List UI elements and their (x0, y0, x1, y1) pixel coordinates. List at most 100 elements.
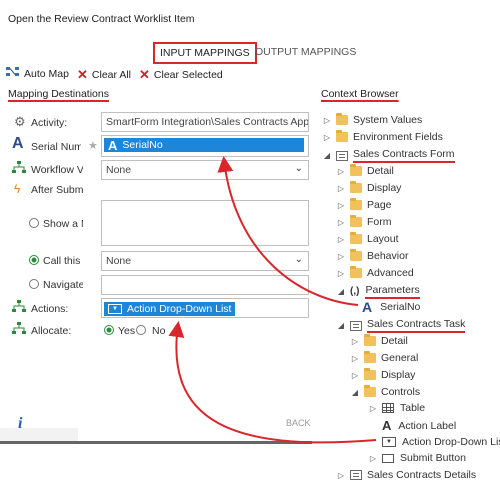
auto-map-icon (6, 67, 20, 80)
tree-item-form-display[interactable]: ▷ Display (336, 181, 401, 194)
navigate-field[interactable] (101, 275, 309, 295)
tree-item-form-page[interactable]: ▷ Page (336, 198, 392, 211)
tree-item-system-values[interactable]: ▷ System Values (322, 113, 422, 126)
tree-item-label: Parameters (365, 284, 420, 299)
call-this-label: Call this I (43, 255, 83, 267)
serialno-chip-label: SerialNo (122, 139, 163, 151)
expand-icon: ▷ (323, 115, 331, 125)
tree-item-label: Environment Fields (353, 131, 443, 143)
tree-item-task-detail[interactable]: ▷ Detail (350, 334, 408, 347)
tree-item-label: Behavior (367, 250, 409, 262)
tree-item-submit-button[interactable]: ▷ Submit Button (368, 452, 466, 464)
folder-icon (350, 215, 362, 227)
expand-icon: ▷ (337, 251, 345, 261)
text-icon: A (12, 135, 24, 152)
expand-icon: ▷ (337, 268, 345, 278)
actions-field[interactable]: ▼ Action Drop-Down List (101, 298, 309, 318)
collapse-icon: ◢ (337, 321, 345, 330)
serial-number-field[interactable]: A SerialNo (101, 135, 309, 157)
folder-icon (350, 249, 362, 261)
tree-item-label: Display (381, 369, 416, 381)
tree-item-form-layout[interactable]: ▷ Layout (336, 232, 399, 245)
back-button[interactable]: BACK (286, 418, 311, 428)
tree-item-table[interactable]: ▷ Table (368, 402, 425, 414)
actions-label: Actions: (31, 303, 69, 315)
dialog-title: Open the Review Contract Worklist Item (8, 13, 195, 25)
folder-icon (350, 164, 362, 176)
footer-panel (0, 428, 78, 441)
action-dropdown-chip[interactable]: ▼ Action Drop-Down List (104, 302, 236, 316)
clear-selected-icon: ✕ (139, 67, 150, 82)
tree-item-form-advanced[interactable]: ▷ Advanced (336, 266, 414, 279)
clear-selected-label: Clear Selected (153, 69, 223, 81)
tree-item-label: Submit Button (400, 452, 466, 464)
button-control-icon (382, 453, 394, 463)
tab-output-mappings[interactable]: OUTPUT MAPPINGS (255, 46, 356, 58)
call-this-radio[interactable] (29, 255, 39, 265)
message-textarea[interactable] (101, 200, 309, 246)
expand-icon: ▷ (369, 453, 377, 463)
actions-icon (12, 300, 26, 316)
allocate-no-label: No (152, 325, 166, 337)
tree-item-label: Form (367, 216, 392, 228)
allocate-no-radio[interactable] (136, 325, 146, 335)
serialno-chip[interactable]: A SerialNo (104, 137, 304, 153)
tree-item-label: Action Label (398, 419, 457, 432)
clear-selected-button[interactable]: ✕ Clear Selected (139, 67, 223, 83)
text-icon: A (362, 299, 373, 315)
collapse-icon: ◢ (323, 151, 331, 160)
expand-icon: ▷ (351, 336, 359, 346)
collapse-icon: ◢ (351, 387, 359, 397)
navigate-radio[interactable] (29, 279, 39, 289)
folder-icon (364, 351, 376, 363)
parameters-icon: (,) (350, 286, 360, 297)
form-icon (350, 470, 362, 480)
tree-item-label: Detail (367, 165, 394, 177)
tree-item-sales-contracts-task[interactable]: ◢ Sales Contracts Task (336, 318, 466, 333)
activity-field[interactable]: SmartForm Integration\Sales Contracts Ap… (101, 112, 309, 132)
workflow-view-value: None (106, 164, 132, 176)
activity-label: Activity: (31, 117, 68, 129)
expand-icon: ▷ (337, 200, 345, 210)
tree-item-task-display[interactable]: ▷ Display (350, 368, 416, 381)
text-icon: A (108, 137, 118, 153)
folder-icon (336, 130, 348, 142)
clear-all-button[interactable]: ✕ Clear All (77, 67, 131, 83)
tree-item-task-general[interactable]: ▷ General (350, 351, 418, 364)
tree-item-sales-contracts-form[interactable]: ◢ Sales Contracts Form (322, 148, 455, 163)
tree-item-parameters[interactable]: ◢ (,) Parameters (336, 284, 420, 299)
tree-item-label: Sales Contracts Details (367, 469, 477, 481)
required-star-icon: ★ (88, 140, 98, 152)
tree-item-environment-fields[interactable]: ▷ Environment Fields (322, 130, 443, 143)
tree-item-form-behavior[interactable]: ▷ Behavior (336, 249, 409, 262)
tree-item-action-dropdown-list[interactable]: ▼ Action Drop-Down List (382, 436, 500, 448)
tree-item-action-label[interactable]: A Action Label (378, 418, 456, 433)
tree-item-form-form[interactable]: ▷ Form (336, 215, 392, 228)
folder-icon (350, 232, 362, 244)
bottom-divider (0, 441, 312, 444)
expand-icon: ▷ (337, 234, 345, 244)
dropdown-control-icon: ▼ (382, 437, 396, 447)
show-message-radio[interactable] (29, 218, 39, 228)
text-icon: A (382, 418, 392, 433)
folder-icon (364, 334, 376, 346)
table-icon (382, 403, 394, 413)
allocate-yes-radio[interactable] (104, 325, 114, 335)
expand-icon: ▷ (337, 470, 345, 480)
chevron-down-icon: ⌄ (294, 163, 303, 174)
tree-item-controls[interactable]: ◢ Controls (350, 385, 421, 398)
call-this-select[interactable]: None ⌄ (101, 251, 309, 271)
tree-item-form-detail[interactable]: ▷ Detail (336, 164, 394, 177)
tree-item-serialno[interactable]: A SerialNo (362, 299, 420, 315)
expand-icon: ▷ (337, 217, 345, 227)
expand-icon: ▷ (323, 132, 331, 142)
workflow-view-select[interactable]: None ⌄ (101, 160, 309, 180)
dropdown-control-icon: ▼ (108, 304, 122, 314)
tree-item-sales-contracts-details[interactable]: ▷ Sales Contracts Details (336, 469, 476, 481)
folder-icon (350, 181, 362, 193)
tree-item-label: Controls (381, 386, 421, 398)
tab-input-mappings[interactable]: INPUT MAPPINGS (153, 42, 257, 64)
auto-map-button[interactable]: Auto Map (6, 67, 69, 80)
tree-item-label: Action Drop-Down List (402, 436, 500, 448)
lightning-icon: ϟ (14, 182, 21, 196)
